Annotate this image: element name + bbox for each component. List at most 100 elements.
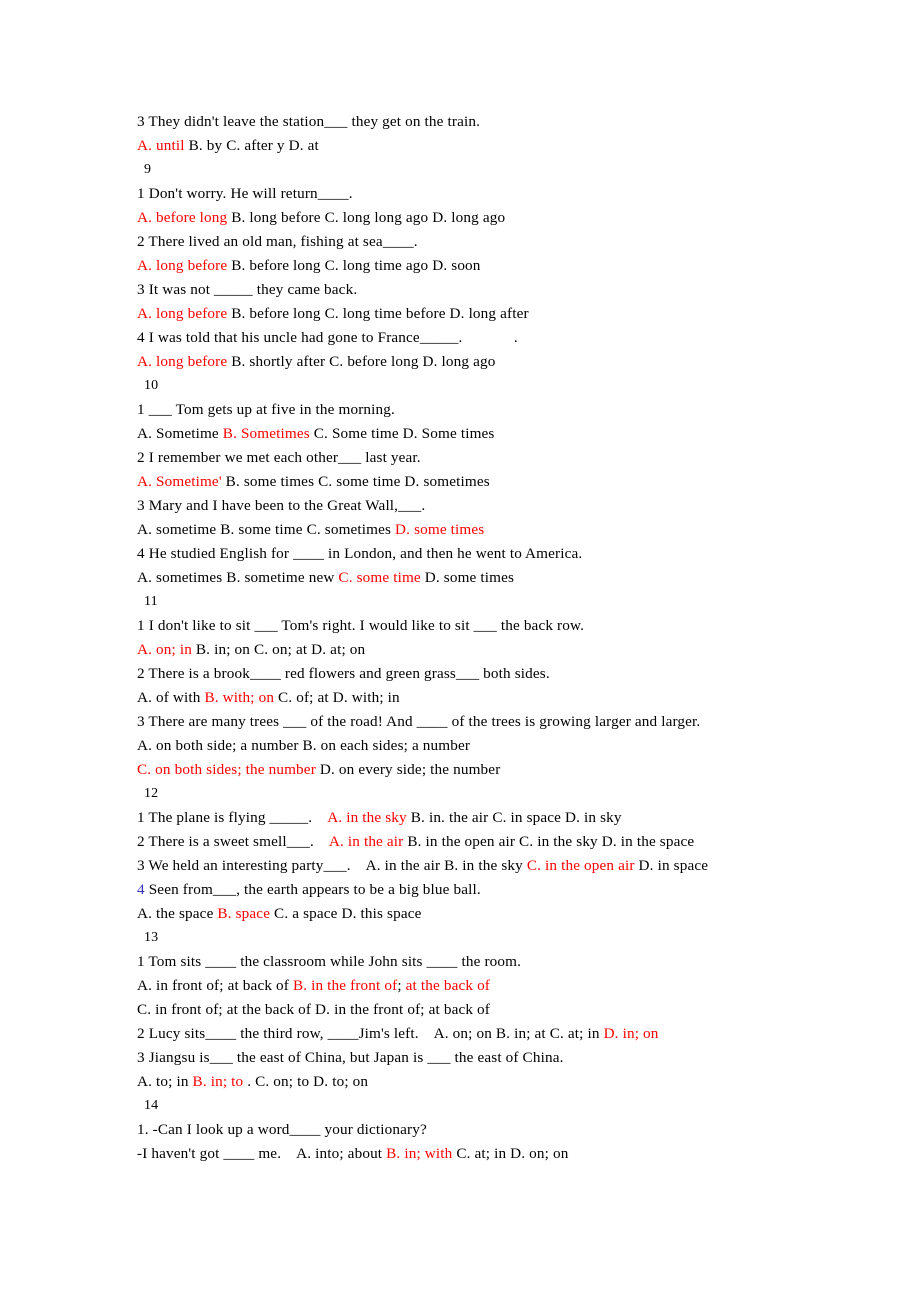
- text-segment: 1 ___ Tom gets up at five in the morning…: [137, 401, 395, 418]
- text-segment: B. in; on C. on; at D. at; on: [191, 641, 366, 658]
- question-line: 4 I was told that his uncle had gone to …: [137, 326, 837, 350]
- question-line: 2 I remember we met each other___ last y…: [137, 446, 837, 470]
- text-segment: Seen from___, the earth appears to be a …: [144, 881, 481, 898]
- question-line: 3 There are many trees ___ of the road! …: [137, 710, 837, 734]
- question-line: 1 I don't like to sit ___ Tom's right. I…: [137, 614, 837, 638]
- text-segment: 3 It was not _____ they came back.: [137, 281, 358, 298]
- text-segment: C. in front of; at the back of D. in the…: [137, 1001, 490, 1018]
- text-segment: A. in front of; at back of: [137, 977, 293, 994]
- highlighted-answer: C. some time: [338, 569, 421, 586]
- question-line: 1 Tom sits ____ the classroom while John…: [137, 950, 837, 974]
- question-line: 4 He studied English for ____ in London,…: [137, 542, 837, 566]
- highlighted-answer: C. in the open air: [526, 857, 635, 874]
- question-line: 3 Jiangsu is___ the east of China, but J…: [137, 1046, 837, 1070]
- text-segment: A. the space: [137, 905, 218, 922]
- highlighted-answer: D. in; on: [603, 1025, 659, 1042]
- text-segment: 1 The plane is flying _____.: [137, 809, 328, 826]
- highlighted-answer: D. some times: [395, 521, 485, 538]
- text-segment: 1 Don't worry. He will return____.: [137, 185, 353, 202]
- highlighted-answer: B. in the front of: [292, 977, 398, 994]
- text-segment: 11: [144, 594, 158, 609]
- text-segment: B. in the open air C. in the sky D. in t…: [403, 833, 695, 850]
- question-line: 1. -Can I look up a word____ your dictio…: [137, 1118, 837, 1142]
- highlighted-answer: at the back of: [401, 977, 491, 994]
- answer-options-line: A. to; in B. in; to . C. on; to D. to; o…: [137, 1070, 837, 1094]
- question-line: 1 Don't worry. He will return____.: [137, 182, 837, 206]
- answer-options-line: A. Sometime B. Sometimes C. Some time D.…: [137, 422, 837, 446]
- question-line: 2 There lived an old man, fishing at sea…: [137, 230, 837, 254]
- section-number-line: 12: [137, 782, 837, 806]
- text-segment: C. Some time D. Some times: [309, 425, 495, 442]
- section-number-line: 14: [137, 1094, 837, 1118]
- highlighted-answer: B. Sometimes: [222, 425, 310, 442]
- answer-options-line: A. the space B. space C. a space D. this…: [137, 902, 837, 926]
- text-segment: 1 I don't like to sit ___ Tom's right. I…: [137, 617, 585, 634]
- text-segment: D. some times: [420, 569, 515, 586]
- answer-options-line: C. on both sides; the number D. on every…: [137, 758, 837, 782]
- text-segment: 3 We held an interesting party___. A. in…: [137, 857, 527, 874]
- text-segment: A. on both side; a number B. on each sid…: [137, 737, 471, 754]
- question-line: 2 There is a brook____ red flowers and g…: [137, 662, 837, 686]
- question-line: 2 There is a sweet smell___. A. in the a…: [137, 830, 837, 854]
- highlighted-answer: A. long before: [137, 353, 228, 370]
- text-segment: -I haven't got ____ me. A. into; about: [137, 1145, 387, 1162]
- text-segment: B. long before C. long long ago D. long …: [227, 209, 506, 226]
- text-segment: B. in. the air C. in space D. in sky: [406, 809, 622, 826]
- question-line: 3 We held an interesting party___. A. in…: [137, 854, 837, 878]
- answer-options-line: A. Sometime' B. some times C. some time …: [137, 470, 837, 494]
- highlighted-answer: B. in; with: [386, 1145, 453, 1162]
- text-segment: 2 Lucy sits____ the third row, ____Jim's…: [137, 1025, 604, 1042]
- highlighted-answer: A. in the air: [328, 833, 404, 850]
- section-number-line: 13: [137, 926, 837, 950]
- question-line: 2 Lucy sits____ the third row, ____Jim's…: [137, 1022, 837, 1046]
- text-segment: 1 Tom sits ____ the classroom while John…: [137, 953, 522, 970]
- text-segment: 14: [144, 1098, 159, 1113]
- text-segment: 12: [144, 786, 159, 801]
- text-segment: B. shortly after C. before long D. long …: [227, 353, 496, 370]
- answer-options-line: A. before long B. long before C. long lo…: [137, 206, 837, 230]
- text-segment: 3 Mary and I have been to the Great Wall…: [137, 497, 426, 514]
- question-line: 1 The plane is flying _____. A. in the s…: [137, 806, 837, 830]
- text-segment: B. some times C. some time D. sometimes: [221, 473, 490, 490]
- text-segment: 3 There are many trees ___ of the road! …: [137, 713, 701, 730]
- highlighted-answer: B. in; to: [192, 1073, 244, 1090]
- text-segment: 2 There is a sweet smell___.: [137, 833, 329, 850]
- section-number-line: 10: [137, 374, 837, 398]
- answer-options-line: A. sometime B. some time C. sometimes D.…: [137, 518, 837, 542]
- text-segment: A. to; in: [137, 1073, 193, 1090]
- text-segment: A. sometime B. some time C. sometimes: [137, 521, 396, 538]
- blue-item-number: 4: [137, 881, 145, 898]
- document-text-body: 3 They didn't leave the station___ they …: [137, 110, 837, 1166]
- answer-options-line: -I haven't got ____ me. A. into; about B…: [137, 1142, 837, 1166]
- question-line: 3 It was not _____ they came back.: [137, 278, 837, 302]
- answer-options-line: A. in front of; at back of B. in the fro…: [137, 974, 837, 998]
- text-segment: 3 They didn't leave the station___ they …: [137, 113, 481, 130]
- text-segment: 9: [144, 162, 152, 177]
- answer-options-line: A. long before B. shortly after C. befor…: [137, 350, 837, 374]
- text-segment: A. Sometime: [137, 425, 223, 442]
- answer-options-line: A. of with B. with; on C. of; at D. with…: [137, 686, 837, 710]
- answer-options-line: A. on both side; a number B. on each sid…: [137, 734, 837, 758]
- text-segment: C. of; at D. with; in: [274, 689, 400, 706]
- text-segment: D. in space: [634, 857, 709, 874]
- text-segment: 1. -Can I look up a word____ your dictio…: [137, 1121, 427, 1138]
- highlighted-answer: A. before long: [137, 209, 228, 226]
- text-segment: C. at; in D. on; on: [452, 1145, 569, 1162]
- highlighted-answer: A. long before: [137, 257, 228, 274]
- answer-options-line: A. long before B. before long C. long ti…: [137, 302, 837, 326]
- text-segment: D. on every side; the number: [315, 761, 501, 778]
- text-segment: B. before long C. long time ago D. soon: [227, 257, 481, 274]
- text-segment: 4 I was told that his uncle had gone to …: [137, 329, 518, 346]
- document-page: 3 They didn't leave the station___ they …: [0, 0, 920, 1302]
- highlighted-answer: A. long before: [137, 305, 228, 322]
- text-segment: 13: [144, 930, 159, 945]
- text-segment: B. by C. after y D. at: [184, 137, 319, 154]
- text-segment: . C. on; to D. to; on: [243, 1073, 369, 1090]
- text-segment: 3 Jiangsu is___ the east of China, but J…: [137, 1049, 564, 1066]
- question-line: 3 They didn't leave the station___ they …: [137, 110, 837, 134]
- highlighted-answer: A. until: [137, 137, 185, 154]
- highlighted-answer: B. space: [217, 905, 271, 922]
- text-segment: 4 He studied English for ____ in London,…: [137, 545, 583, 562]
- highlighted-answer: A. on; in: [137, 641, 192, 658]
- highlighted-answer: B. with; on: [204, 689, 275, 706]
